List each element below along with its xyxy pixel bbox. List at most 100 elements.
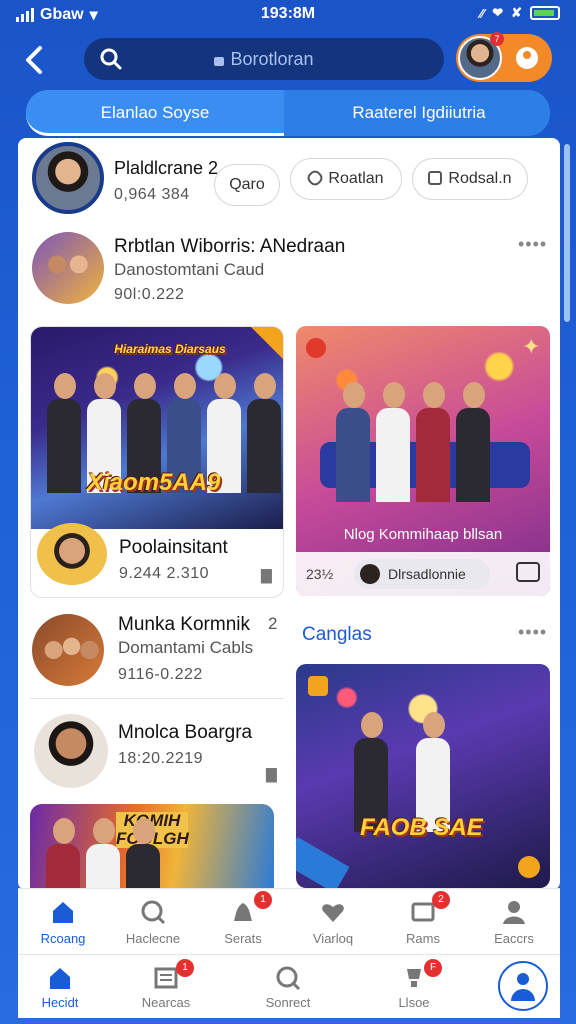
- card-left-avatar: [37, 523, 107, 585]
- tab-live[interactable]: F Llsoe: [372, 955, 456, 1018]
- chip-qaro-label: Qaro: [229, 176, 265, 193]
- post2-count: 2: [268, 614, 278, 633]
- tab-alerts[interactable]: 1 Serats: [198, 889, 288, 954]
- post3-meta: 18:20.2219: [118, 750, 204, 767]
- chip-qaro[interactable]: Qaro: [214, 164, 280, 206]
- phone-decoration-icon: [296, 837, 350, 888]
- tab-live-label: Llsoe: [398, 995, 430, 1010]
- chip-rodsal[interactable]: Rodsal.n: [412, 158, 528, 200]
- person-figure: [245, 373, 283, 493]
- chip-roatlan[interactable]: Roatlan: [290, 158, 402, 200]
- folder-icon: [428, 171, 443, 185]
- post1-more-icon[interactable]: ••••: [518, 234, 547, 255]
- tab-favorites-label: Viarloq: [312, 931, 354, 946]
- status-right: ∕∕ ❤ ✘: [480, 5, 560, 21]
- news-badge: 1: [176, 959, 194, 977]
- bar-chart-icon[interactable]: ▇: [266, 766, 277, 783]
- user-icon: [503, 901, 525, 924]
- tab-alerts-label: Serats: [224, 931, 262, 946]
- bell-icon: [234, 903, 252, 921]
- card-left-poster-top: Hiaraimas Diarsaus: [114, 342, 226, 356]
- lock-icon: [214, 57, 225, 66]
- tab-profile[interactable]: Eaccrs: [468, 889, 560, 954]
- chip-rodsal-label: Rodsal.n: [448, 170, 512, 187]
- coin-icon: [518, 856, 540, 878]
- section-title: Canglas: [302, 624, 372, 645]
- post1-meta: 90l:0.222: [114, 286, 185, 303]
- chevron-left-icon: [26, 46, 42, 74]
- person-figure: [45, 373, 83, 493]
- search-placeholder: Borotloran: [84, 49, 444, 70]
- chip-roatlan-label: Roatlan: [328, 170, 384, 187]
- tab-home-label: Rcoang: [40, 931, 86, 946]
- card-right-pill-button[interactable]: Dlrsadlonnie: [354, 559, 490, 589]
- rams-badge: 2: [432, 891, 450, 909]
- profile-name: Plaldlcrane 2: [114, 158, 219, 178]
- alerts-badge: 1: [254, 891, 272, 909]
- camera-icon[interactable]: [516, 562, 540, 582]
- sparkle-icon: ✦: [522, 334, 541, 359]
- divider: [30, 698, 284, 699]
- post1-avatar[interactable]: [32, 232, 104, 304]
- post1-title: Rrbtlan Wiborris: ANedraan: [114, 236, 346, 257]
- profile-avatar[interactable]: [32, 142, 104, 214]
- tab-rams-label: Rams: [406, 931, 440, 946]
- post2-avatar[interactable]: [32, 614, 104, 686]
- pill-avatar: [360, 564, 380, 584]
- section-more-icon[interactable]: ••••: [518, 622, 547, 643]
- back-button[interactable]: [22, 40, 54, 80]
- card-left-poster: Xiaom5AA9: [87, 469, 221, 496]
- tab-home[interactable]: Rcoang: [18, 889, 108, 954]
- tab-explore[interactable]: Sonrect: [246, 955, 330, 1018]
- person-figure: [414, 382, 452, 502]
- post2-meta: 9116-0.222: [118, 666, 203, 683]
- tab-1[interactable]: Elanlao Soyse: [26, 90, 284, 136]
- card-bottom-left[interactable]: KOMIH FOOLGH: [30, 804, 274, 890]
- card-right-2-poster: FAOB SAE: [360, 814, 483, 841]
- profile-button[interactable]: [498, 961, 548, 1011]
- corner-tag: [251, 327, 283, 361]
- tab-favorites[interactable]: Viarloq: [288, 889, 378, 954]
- tab-bar-main: Hecidt 1 Nearcas Sonrect F Llsoe: [18, 954, 560, 1018]
- tab-search[interactable]: Haclecne: [108, 889, 198, 954]
- tab-bar-secondary: Rcoang Haclecne 1 Serats Viarloq 2 Rams …: [18, 888, 560, 954]
- tab-news-label: Nearcas: [141, 995, 191, 1010]
- pill-label: Dlrsadlonnie: [388, 566, 466, 582]
- no-sound-icon: ✘: [511, 5, 522, 20]
- profile-pill-button[interactable]: 7: [456, 32, 552, 82]
- top-bar: Borotloran 7: [0, 32, 576, 84]
- card-left[interactable]: Hiaraimas Diarsaus Xiaom5AA9 Poolainsita…: [30, 326, 284, 598]
- record-icon: [306, 338, 326, 358]
- person-figure: [334, 382, 372, 502]
- search-icon: [141, 900, 166, 925]
- people-image: [44, 818, 162, 890]
- badge-b-icon: [308, 676, 328, 696]
- tab-rams[interactable]: 2 Rams: [378, 889, 468, 954]
- tab-home-main[interactable]: Hecidt: [18, 955, 102, 1018]
- search-input[interactable]: Borotloran: [84, 38, 444, 80]
- post3-title: Mnolca Boargra: [118, 722, 253, 743]
- search-icon: [276, 966, 301, 991]
- location-icon: ❤: [492, 5, 504, 20]
- tab-home-main-label: Hecidt: [41, 995, 79, 1010]
- battery-icon: [530, 6, 560, 20]
- home-icon: [50, 968, 70, 989]
- card-left-name: Poolainsitant: [119, 537, 228, 558]
- people-image: [334, 382, 492, 502]
- home-icon: [53, 902, 73, 923]
- person-figure: [44, 818, 82, 890]
- card-right-2[interactable]: FAOB SAE: [296, 664, 550, 888]
- status-bar: Gbaw ▾ 193:8M ∕∕ ❤ ✘: [0, 0, 576, 30]
- person-figure: [84, 818, 122, 890]
- signal-small-icon: ∕∕: [479, 5, 485, 21]
- tag-icon: [305, 168, 326, 188]
- scrollbar[interactable]: [564, 144, 570, 322]
- tab-news[interactable]: 1 Nearcas: [124, 955, 208, 1018]
- card-right[interactable]: ✦ Nlog Kommihaap bllsan 23½ Dlrsadlonnie: [296, 326, 550, 596]
- search-placeholder-text: Borotloran: [230, 49, 314, 69]
- post3-avatar[interactable]: [34, 714, 108, 788]
- tab-2[interactable]: Raaterel Igdiiutria: [288, 90, 550, 136]
- feed-panel: Plaldlcrane 2 0,964 384 Qaro Roatlan Rod…: [18, 138, 560, 890]
- account-icon: [516, 47, 538, 69]
- bar-chart-icon[interactable]: ▇: [261, 567, 272, 584]
